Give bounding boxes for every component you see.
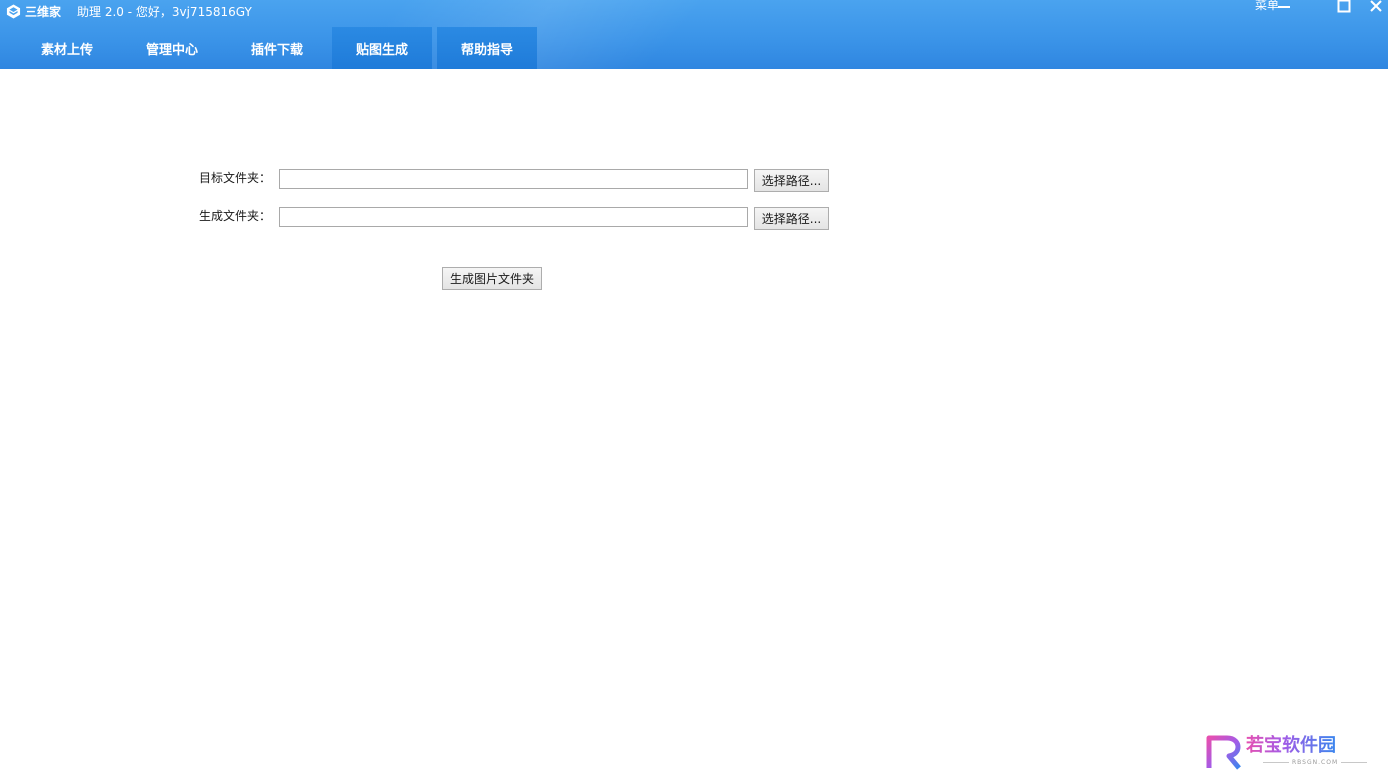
tab-help-guide[interactable]: 帮助指导 — [437, 27, 537, 69]
target-folder-browse-button[interactable]: 选择路径... — [754, 169, 829, 192]
app-logo-icon — [6, 4, 21, 19]
watermark-subtext: RBSGN.COM — [1260, 759, 1370, 766]
tab-management-center[interactable]: 管理中心 — [122, 27, 222, 69]
close-icon — [1370, 0, 1382, 12]
window-title: 助理 2.0 - 您好，3vj715816GY — [77, 5, 252, 19]
close-button[interactable] — [1367, 0, 1385, 14]
app-window: 三维家 助理 2.0 - 您好，3vj715816GY 菜单 素材上传 管理中心… — [0, 0, 1388, 777]
target-folder-label: 目标文件夹： — [199, 171, 272, 185]
maximize-icon — [1337, 0, 1351, 13]
minimize-icon — [1278, 6, 1290, 8]
watermark-logo — [1206, 735, 1241, 770]
watermark-text: 若宝软件园 — [1246, 735, 1336, 756]
app-name: 三维家 — [25, 5, 62, 19]
tab-material-upload[interactable]: 素材上传 — [17, 27, 117, 69]
header-bar: 三维家 助理 2.0 - 您好，3vj715816GY 菜单 素材上传 管理中心… — [0, 0, 1388, 69]
output-folder-input[interactable] — [279, 207, 748, 227]
output-folder-browse-button[interactable]: 选择路径... — [754, 207, 829, 230]
tab-plugin-download[interactable]: 插件下载 — [227, 27, 327, 69]
watermark: 若宝软件园 RBSGN.COM — [1205, 732, 1375, 774]
maximize-button[interactable] — [1335, 0, 1353, 14]
title-bar[interactable]: 三维家 助理 2.0 - 您好，3vj715816GY 菜单 — [0, 0, 1388, 24]
target-folder-input[interactable] — [279, 169, 748, 189]
output-folder-label: 生成文件夹： — [199, 209, 272, 223]
tab-texture-generation[interactable]: 贴图生成 — [332, 27, 432, 69]
nav-tabs: 素材上传 管理中心 插件下载 贴图生成 帮助指导 — [17, 27, 542, 69]
watermark-domain: RBSGN.COM — [1292, 759, 1339, 766]
generate-image-folder-button[interactable]: 生成图片文件夹 — [442, 267, 542, 290]
minimize-button[interactable] — [1275, 0, 1293, 14]
